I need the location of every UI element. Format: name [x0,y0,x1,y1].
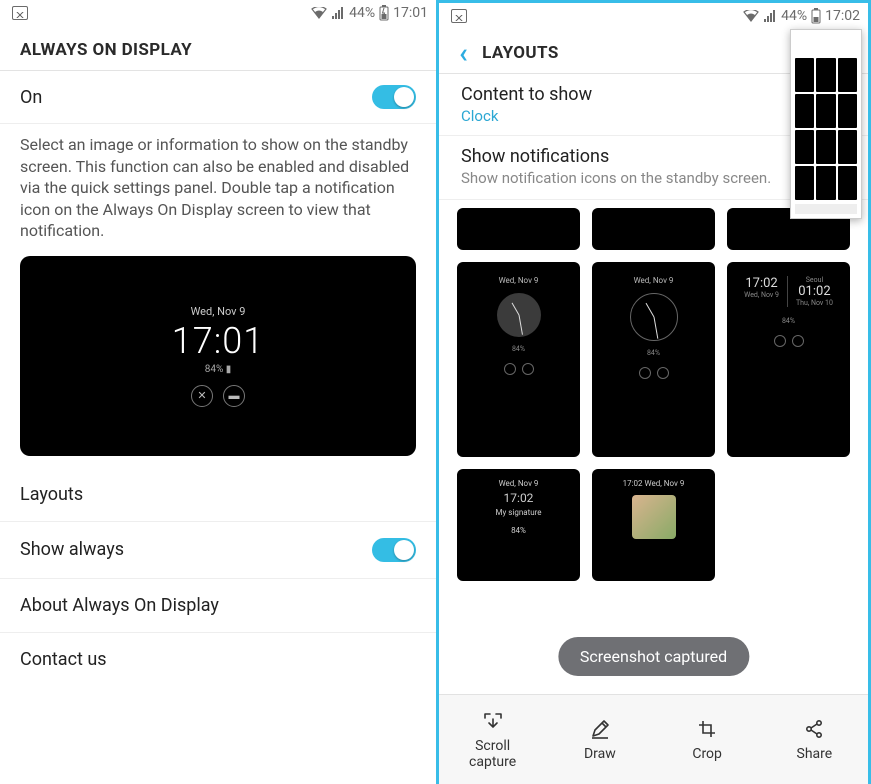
master-toggle-row[interactable]: On [0,71,436,124]
about-label: About Always On Display [20,595,416,616]
master-toggle[interactable] [372,85,416,109]
show-notifications-desc: Show notification icons on the standby s… [461,169,846,189]
contact-us-item[interactable]: Contact us [0,633,436,686]
toast-message: Screenshot captured [558,637,749,676]
tile-date: Wed, Nov 9 [499,479,539,488]
dual-left-date: Wed, Nov 9 [744,291,779,299]
page-title-text: ALWAYS ON DISPLAY [20,40,192,60]
tile-notif-icons [774,335,804,347]
layout-thumb[interactable] [457,208,580,250]
layouts-screen: 44% 17:02 ‹ LAYOUTS Content to show Cloc… [436,0,871,784]
preview-date: Wed, Nov 9 [191,305,246,318]
preview-notification-icons: ✕ ▬ [191,385,245,407]
show-always-toggle[interactable] [372,538,416,562]
analog-clock-icon [497,293,541,337]
battery-icon [379,5,389,21]
layouts-item[interactable]: Layouts [0,468,436,522]
tile-signature-text: My signature [496,508,542,517]
status-time: 17:02 [825,8,860,24]
draw-label: Draw [584,746,616,762]
signal-icon [331,7,345,19]
layout-thumb[interactable] [592,208,715,250]
missed-call-icon: ✕ [191,385,213,407]
layout-photo[interactable]: 17:02 Wed, Nov 9 [592,469,715,581]
analog-clock-outline-icon [630,293,678,341]
photo-thumb [632,495,676,539]
tile-date: Wed, Nov 9 [499,276,539,285]
tile-notif-icons [504,363,534,375]
tile-battery: 84% [511,526,526,535]
tile-time: 17:02 [504,491,534,505]
dual-left-time: 17:02 [744,276,779,291]
scroll-capture-button[interactable]: Scroll capture [454,710,532,770]
aod-settings-screen: 44% 17:01 ALWAYS ON DISPLAY On Select an… [0,0,436,784]
pencil-icon [590,718,610,740]
battery-percent: 44% [349,5,375,21]
share-icon [804,718,824,740]
share-button[interactable]: Share [775,718,853,762]
description-text: Select an image or information to show o… [0,124,436,256]
status-bar: 44% 17:02 [439,3,868,29]
dual-right-city: Seoul [796,276,833,284]
on-label: On [20,87,372,108]
crop-button[interactable]: Crop [668,718,746,762]
show-notifications-label: Show notifications [461,146,846,167]
dual-right-time: 01:02 [796,284,833,299]
status-bar: 44% 17:01 [0,0,436,26]
draw-button[interactable]: Draw [561,718,639,762]
layout-empty-slot [727,469,850,581]
contact-label: Contact us [20,649,416,670]
screenshot-thumbnail[interactable] [790,29,862,219]
layout-grid-row2: Wed, Nov 9 17:02 My signature 84% 17:02 … [439,457,868,581]
aod-preview[interactable]: Wed, Nov 9 17:01 84% ▮ ✕ ▬ [20,256,416,456]
status-time: 17:01 [393,5,428,21]
message-icon: ▬ [223,385,245,407]
screenshot-toolbar: Scroll capture Draw Crop Share [439,694,868,784]
tile-time: 17:02 [623,479,643,488]
tile-battery: 84% [512,345,525,353]
wifi-icon [743,10,759,22]
tile-notif-icons [639,367,669,379]
show-always-item[interactable]: Show always [0,522,436,579]
content-to-show-value: Clock [461,107,846,125]
layout-analog-outline[interactable]: Wed, Nov 9 84% [592,262,715,457]
layout-analog-solid[interactable]: Wed, Nov 9 84% [457,262,580,457]
gallery-status-icon [12,6,28,20]
crop-icon [697,718,717,740]
dual-right-date: Thu, Nov 10 [796,299,833,307]
page-title: ALWAYS ON DISPLAY [0,26,436,71]
scroll-capture-icon [482,710,504,732]
content-to-show-label: Content to show [461,84,846,105]
wifi-icon [311,7,327,19]
tile-date: Wed, Nov 9 [645,479,685,488]
battery-icon [811,8,821,24]
share-label: Share [797,746,833,762]
about-item[interactable]: About Always On Display [0,579,436,633]
battery-percent: 44% [781,8,807,24]
tile-battery: 84% [647,349,660,357]
layout-signature[interactable]: Wed, Nov 9 17:02 My signature 84% [457,469,580,581]
gallery-status-icon [451,9,467,23]
preview-time: 17:01 [172,320,264,362]
crop-label: Crop [692,746,722,762]
layout-dual-clock[interactable]: 17:02 Wed, Nov 9 Seoul 01:02 Thu, Nov 10… [727,262,850,457]
layouts-label: Layouts [20,484,416,505]
scroll-capture-label: Scroll capture [454,738,532,770]
preview-battery: 84% ▮ [205,364,232,375]
tile-battery: 84% [782,317,795,325]
tile-date: Wed, Nov 9 [634,276,674,285]
layout-grid: Wed, Nov 9 84% Wed, Nov 9 84% 17:02 Wed,… [439,250,868,457]
show-always-label: Show always [20,539,372,560]
dual-clock: 17:02 Wed, Nov 9 Seoul 01:02 Thu, Nov 10 [744,276,833,307]
signal-icon [763,10,777,22]
page-title-text: LAYOUTS [482,43,559,63]
